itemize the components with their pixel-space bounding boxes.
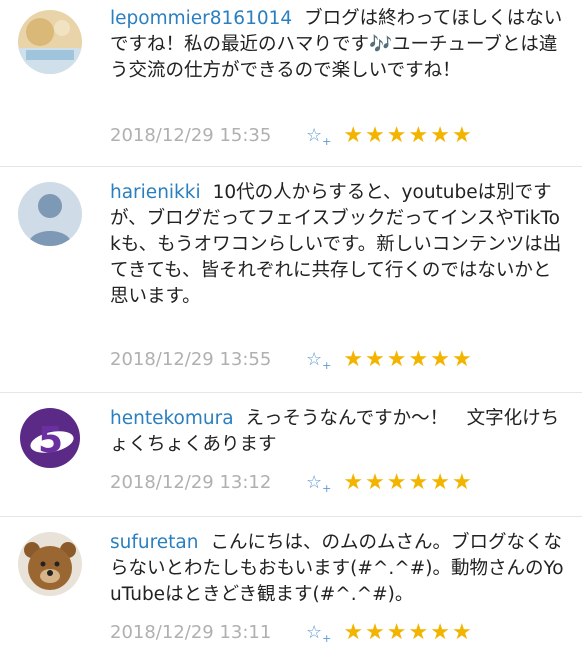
comment-meta: 2018/12/29 13:55 ☆+ ★★★★★★ (110, 345, 474, 373)
comment-item: harienikki 10代の人からすると、youtubeは別ですが、ブログだって… (0, 166, 582, 393)
comment-meta: 2018/12/29 15:35 ☆+ ★★★★★★ (110, 121, 474, 149)
comment-item: sufuretan こんにちは、のムのムさん。ブログなくならないとわたしもおもいま… (0, 516, 582, 645)
username-link[interactable]: hentekomura (110, 408, 234, 429)
comment-meta: 2018/12/29 13:12 ☆+ ★★★★★★ (110, 468, 474, 496)
add-star-icon[interactable]: ☆+ (306, 349, 331, 372)
timestamp: 2018/12/29 13:12 (110, 471, 272, 493)
username-link[interactable]: lepommier8161014 (110, 8, 292, 29)
comment-body: lepommier8161014 ブログは終わってほしくはないですね！私の最近のハ… (110, 6, 566, 84)
add-star-icon[interactable]: ☆+ (306, 472, 331, 495)
comment-meta: 2018/12/29 13:11 ☆+ ★★★★★★ (110, 618, 474, 646)
comment-body: harienikki 10代の人からすると、youtubeは別ですが、ブログだって… (110, 180, 566, 310)
user-avatar[interactable]: 5 (18, 406, 82, 470)
username-link[interactable]: sufuretan (110, 532, 199, 553)
user-avatar[interactable] (18, 532, 82, 596)
add-star-icon[interactable]: ☆+ (306, 622, 331, 645)
user-avatar[interactable] (18, 10, 82, 74)
comment-body: sufuretan こんにちは、のムのムさん。ブログなくならないとわたしもおもいま… (110, 530, 566, 608)
star-rating: ★★★★★★ (343, 469, 474, 495)
user-avatar[interactable] (18, 182, 82, 246)
svg-text:5: 5 (38, 420, 63, 461)
star-rating: ★★★★★★ (343, 346, 474, 372)
comment-body: hentekomura えっそうなんですか～！ 文字化けちょくちょくあります (110, 406, 566, 458)
timestamp: 2018/12/29 15:35 (110, 124, 272, 146)
username-link[interactable]: harienikki (110, 182, 201, 203)
star-rating: ★★★★★★ (343, 122, 474, 148)
add-star-icon[interactable]: ☆+ (306, 125, 331, 148)
star-rating: ★★★★★★ (343, 619, 474, 645)
timestamp: 2018/12/29 13:11 (110, 621, 272, 643)
timestamp: 2018/12/29 13:55 (110, 348, 272, 370)
comment-item: lepommier8161014 ブログは終わってほしくはないですね！私の最近のハ… (0, 0, 582, 167)
comment-item: 5 hentekomura えっそうなんですか～！ 文字化けちょくちょくあります … (0, 392, 582, 517)
